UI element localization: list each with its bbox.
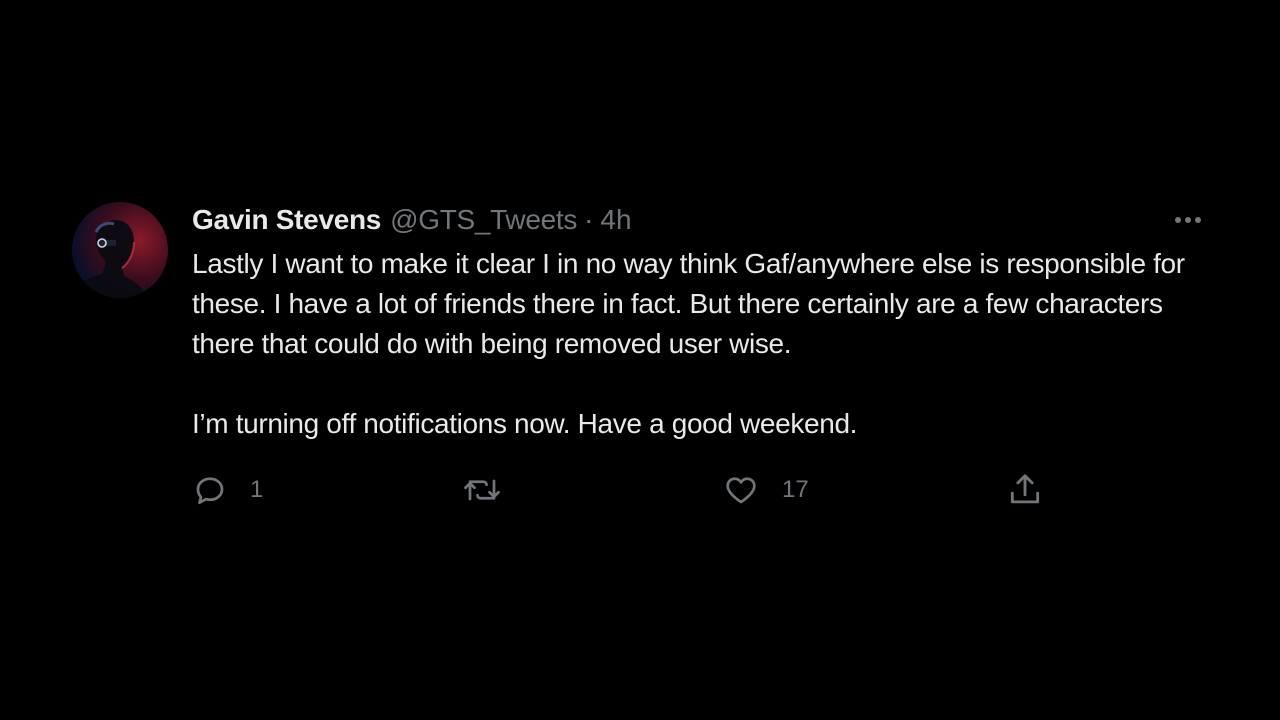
- tweet-content: Gavin Stevens @GTS_Tweets · 4h Lastly I …: [192, 200, 1222, 444]
- tweet-paragraph: I’m turning off notifications now. Have …: [192, 408, 858, 439]
- author-handle[interactable]: @GTS_Tweets: [390, 200, 577, 240]
- avatar-portrait-icon: [72, 220, 148, 298]
- tweet-actions: 1 17: [192, 470, 1072, 510]
- avatar[interactable]: [72, 202, 168, 298]
- retweet-button[interactable]: [462, 470, 524, 510]
- tweet-header: Gavin Stevens @GTS_Tweets · 4h: [192, 200, 1222, 240]
- share-icon: [1010, 474, 1040, 504]
- header-separator: ·: [584, 204, 594, 235]
- more-options-button[interactable]: [1170, 207, 1206, 233]
- retweet-icon: [464, 479, 500, 501]
- tweet-timestamp[interactable]: 4h: [600, 200, 631, 240]
- tweet-paragraph: Lastly I want to make it clear I in no w…: [192, 248, 1193, 359]
- author-name[interactable]: Gavin Stevens: [192, 200, 381, 240]
- share-button[interactable]: [1006, 470, 1044, 510]
- heart-icon: [726, 477, 756, 504]
- tweet-text: Lastly I want to make it clear I in no w…: [192, 244, 1222, 444]
- like-button[interactable]: 17: [722, 470, 809, 510]
- like-count: 17: [782, 476, 809, 503]
- reply-icon: [196, 477, 224, 505]
- reply-button[interactable]: 1: [192, 470, 263, 510]
- reply-count: 1: [250, 476, 264, 503]
- ellipsis-icon: [1175, 217, 1201, 223]
- tweet: Gavin Stevens @GTS_Tweets · 4h Lastly I …: [0, 0, 1280, 720]
